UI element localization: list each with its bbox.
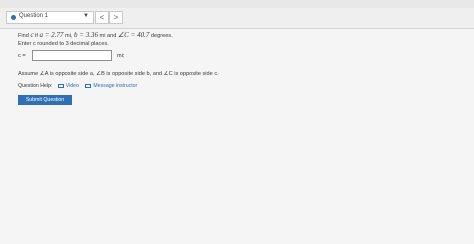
message-instructor-label: Message instructor: [93, 83, 138, 89]
question-select-label: Question 1: [19, 13, 49, 19]
problem-text-part: mi,: [63, 33, 75, 39]
answer-input[interactable]: [32, 50, 112, 61]
status-dot-icon: [11, 15, 16, 20]
next-question-button[interactable]: >: [109, 11, 123, 24]
question-help-label: Question Help:: [18, 83, 53, 89]
answer-label: c =: [18, 53, 26, 59]
problem-text: Find c if a = 2.77 mi, b = 3.36 mi and ∠…: [18, 31, 458, 48]
message-instructor-link[interactable]: Message instructor: [85, 83, 137, 89]
problem-line-2: Enter c rounded to 3 decimal places.: [18, 40, 109, 47]
answer-unit: mi;: [117, 53, 125, 59]
question-select[interactable]: Question 1 ▼: [6, 11, 94, 24]
problem-text-part: mi and: [98, 33, 118, 39]
assumption-text: Assume ∠A is opposite side a, ∠B is oppo…: [18, 71, 219, 77]
video-link[interactable]: Video: [57, 83, 79, 89]
video-link-label: Video: [65, 83, 79, 89]
video-icon: [57, 83, 64, 88]
mail-icon: [85, 83, 92, 88]
question-help: Question Help: Video Message instructor: [18, 82, 142, 90]
problem-text-part: Find: [18, 33, 31, 39]
problem-value-b: b = 3.36: [74, 31, 98, 39]
problem-line-1: Find c if a = 2.77 mi, b = 3.36 mi and ∠…: [18, 31, 458, 41]
question-header: Question 1 ▼ < >: [0, 8, 474, 29]
caret-down-icon: ▼: [83, 13, 89, 19]
submit-question-button[interactable]: Submit Question: [18, 95, 72, 105]
problem-value-a: a = 2.77: [39, 31, 64, 39]
problem-text-part: degrees.: [149, 33, 173, 39]
previous-question-button[interactable]: <: [95, 11, 109, 24]
problem-value-angle-c: ∠C = 40.7: [117, 31, 150, 39]
